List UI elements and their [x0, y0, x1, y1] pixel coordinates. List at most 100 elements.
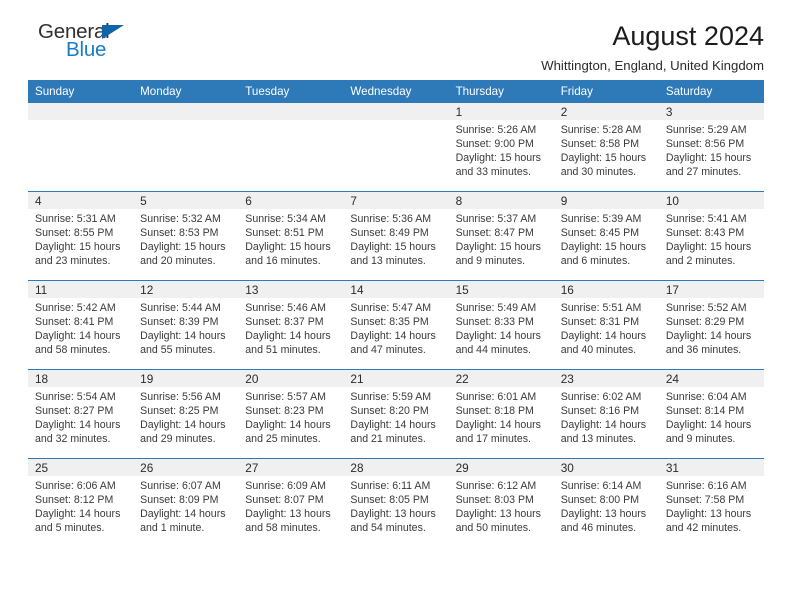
sunrise-text: Sunrise: 5:42 AM — [35, 302, 116, 314]
sunrise-text: Sunrise: 6:12 AM — [455, 480, 537, 492]
day-details: Sunrise: 6:04 AM Sunset: 8:14 PM Daylight:… — [659, 387, 764, 446]
daylight-text: Daylight: 14 hours — [455, 330, 541, 343]
sunrise-text: Sunrise: 5:39 AM — [560, 213, 642, 225]
daylight-text: and 6 minutes. — [560, 255, 631, 268]
calendar-day-cell[interactable]: 28 Sunrise: 6:11 AM Sunset: 8:05 PM Dayligh… — [343, 458, 449, 547]
day-cell-filled: 12 Sunrise: 5:44 AM Sunset: 8:39 PM Dayligh… — [133, 281, 239, 369]
daylight-text: and 5 minutes. — [35, 522, 105, 535]
calendar-day-cell[interactable]: 30 Sunrise: 6:14 AM Sunset: 8:00 PM Dayligh… — [553, 458, 659, 547]
calendar-week-row: 25 Sunrise: 6:06 AM Sunset: 8:12 PM Dayligh… — [28, 458, 764, 547]
calendar-day-cell[interactable] — [238, 103, 344, 192]
calendar-day-cell[interactable]: 23 Sunrise: 6:02 AM Sunset: 8:16 PM Dayligh… — [553, 369, 659, 459]
daylight-text: Daylight: 14 hours — [245, 419, 331, 432]
page-header: General Blue August 2024 Whittington, En… — [28, 0, 764, 73]
day-details: Sunrise: 5:47 AM Sunset: 8:35 PM Daylight:… — [343, 298, 448, 357]
sunrise-text: Sunrise: 5:56 AM — [140, 391, 221, 403]
brand-name-blue: Blue — [66, 38, 107, 61]
day-cell-filled: 13 Sunrise: 5:46 AM Sunset: 8:37 PM Dayligh… — [238, 281, 344, 369]
daylight-text: and 29 minutes. — [140, 433, 216, 446]
calendar-day-cell[interactable]: 31 Sunrise: 6:16 AM Sunset: 7:58 PM Dayligh… — [658, 458, 764, 547]
calendar-day-cell[interactable]: 24 Sunrise: 6:04 AM Sunset: 8:14 PM Dayligh… — [658, 369, 764, 459]
daylight-text: and 50 minutes. — [455, 522, 531, 535]
calendar-day-cell[interactable]: 3 Sunrise: 5:29 AM Sunset: 8:56 PM Daylight… — [658, 103, 764, 192]
day-cell-filled: 26 Sunrise: 6:07 AM Sunset: 8:09 PM Dayligh… — [133, 459, 239, 547]
daylight-text: Daylight: 13 hours — [245, 508, 331, 521]
day-cell-filled: 2 Sunrise: 5:28 AM Sunset: 8:58 PM Daylight… — [553, 103, 659, 191]
calendar-day-cell[interactable]: 26 Sunrise: 6:07 AM Sunset: 8:09 PM Dayligh… — [133, 458, 239, 547]
sunrise-text: Sunrise: 5:44 AM — [140, 302, 221, 314]
calendar-day-cell[interactable] — [28, 103, 134, 192]
day-cell-filled: 1 Sunrise: 5:26 AM Sunset: 9:00 PM Daylight… — [448, 103, 554, 191]
day-number: 8 — [448, 192, 554, 209]
calendar-day-cell[interactable]: 2 Sunrise: 5:28 AM Sunset: 8:58 PM Daylight… — [553, 103, 659, 192]
day-number: 22 — [448, 370, 554, 387]
day-number: 24 — [658, 370, 764, 387]
day-details: Sunrise: 6:01 AM Sunset: 8:18 PM Daylight:… — [449, 387, 554, 446]
calendar-day-cell[interactable]: 22 Sunrise: 6:01 AM Sunset: 8:18 PM Dayligh… — [448, 369, 554, 459]
calendar-day-cell[interactable]: 25 Sunrise: 6:06 AM Sunset: 8:12 PM Dayligh… — [28, 458, 134, 547]
calendar-day-cell[interactable]: 8 Sunrise: 5:37 AM Sunset: 8:47 PM Daylight… — [448, 191, 554, 281]
daylight-text: and 13 minutes. — [350, 255, 426, 268]
day-details: Sunrise: 6:09 AM Sunset: 8:07 PM Daylight:… — [238, 476, 343, 535]
calendar-day-cell[interactable]: 10 Sunrise: 5:41 AM Sunset: 8:43 PM Dayligh… — [658, 191, 764, 281]
calendar-day-cell[interactable]: 7 Sunrise: 5:36 AM Sunset: 8:49 PM Daylight… — [343, 191, 449, 281]
calendar-day-cell[interactable]: 5 Sunrise: 5:32 AM Sunset: 8:53 PM Daylight… — [133, 191, 239, 281]
calendar-day-cell[interactable]: 20 Sunrise: 5:57 AM Sunset: 8:23 PM Dayligh… — [238, 369, 344, 459]
daylight-text: Daylight: 13 hours — [350, 508, 436, 521]
calendar-day-cell[interactable] — [343, 103, 449, 192]
day-cell-filled: 17 Sunrise: 5:52 AM Sunset: 8:29 PM Dayligh… — [658, 281, 764, 369]
sunset-text: Sunset: 8:35 PM — [350, 316, 429, 329]
calendar-day-cell[interactable]: 21 Sunrise: 5:59 AM Sunset: 8:20 PM Dayligh… — [343, 369, 449, 459]
daylight-text: Daylight: 15 hours — [560, 241, 647, 254]
column-header-friday: Friday — [553, 80, 659, 103]
daylight-text: Daylight: 14 hours — [35, 508, 121, 521]
calendar-day-cell[interactable]: 1 Sunrise: 5:26 AM Sunset: 9:00 PM Daylight… — [448, 103, 554, 192]
triangle-icon — [102, 25, 124, 39]
day-number: 26 — [133, 459, 239, 476]
sunrise-text: Sunrise: 5:37 AM — [455, 213, 537, 225]
calendar-day-cell[interactable]: 9 Sunrise: 5:39 AM Sunset: 8:45 PM Daylight… — [553, 191, 659, 281]
sunset-text: Sunset: 8:29 PM — [665, 316, 745, 329]
sunset-text: Sunset: 8:41 PM — [35, 316, 114, 329]
column-header-thursday: Thursday — [448, 80, 554, 103]
daylight-text: Daylight: 14 hours — [140, 508, 226, 521]
day-details: Sunrise: 6:11 AM Sunset: 8:05 PM Daylight:… — [343, 476, 448, 535]
day-cell-filled: 16 Sunrise: 5:51 AM Sunset: 8:31 PM Dayligh… — [553, 281, 659, 369]
day-number: 19 — [133, 370, 239, 387]
day-details: Sunrise: 5:51 AM Sunset: 8:31 PM Daylight:… — [554, 298, 659, 357]
calendar-day-cell[interactable]: 17 Sunrise: 5:52 AM Sunset: 8:29 PM Dayligh… — [658, 280, 764, 370]
day-details: Sunrise: 5:32 AM Sunset: 8:53 PM Daylight:… — [133, 209, 238, 268]
calendar-day-cell[interactable]: 16 Sunrise: 5:51 AM Sunset: 8:31 PM Dayligh… — [553, 280, 659, 370]
day-details — [343, 120, 448, 123]
column-header-sunday: Sunday — [28, 80, 134, 103]
calendar-week-row: 11 Sunrise: 5:42 AM Sunset: 8:41 PM Dayligh… — [28, 280, 764, 370]
daylight-text: Daylight: 14 hours — [140, 419, 226, 432]
calendar-day-cell[interactable]: 29 Sunrise: 6:12 AM Sunset: 8:03 PM Dayligh… — [448, 458, 554, 547]
day-cell-filled: 21 Sunrise: 5:59 AM Sunset: 8:20 PM Dayligh… — [343, 370, 449, 458]
daylight-text: and 17 minutes. — [455, 433, 531, 446]
calendar-day-cell[interactable]: 4 Sunrise: 5:31 AM Sunset: 8:55 PM Daylight… — [28, 191, 134, 281]
calendar-day-cell[interactable]: 13 Sunrise: 5:46 AM Sunset: 8:37 PM Dayligh… — [238, 280, 344, 370]
calendar-day-cell[interactable]: 19 Sunrise: 5:56 AM Sunset: 8:25 PM Dayligh… — [133, 369, 239, 459]
calendar-day-cell[interactable]: 15 Sunrise: 5:49 AM Sunset: 8:33 PM Dayligh… — [448, 280, 554, 370]
calendar-day-cell[interactable]: 14 Sunrise: 5:47 AM Sunset: 8:35 PM Dayligh… — [343, 280, 449, 370]
calendar-day-cell[interactable]: 27 Sunrise: 6:09 AM Sunset: 8:07 PM Dayligh… — [238, 458, 344, 547]
daylight-text: and 21 minutes. — [350, 433, 426, 446]
day-details: Sunrise: 5:42 AM Sunset: 8:41 PM Daylight:… — [28, 298, 133, 357]
daylight-text: and 55 minutes. — [140, 344, 216, 357]
day-details: Sunrise: 5:46 AM Sunset: 8:37 PM Daylight:… — [238, 298, 343, 357]
sunrise-text: Sunrise: 6:01 AM — [455, 391, 537, 403]
calendar-day-cell[interactable]: 11 Sunrise: 5:42 AM Sunset: 8:41 PM Dayligh… — [28, 280, 134, 370]
calendar-day-cell[interactable]: 18 Sunrise: 5:54 AM Sunset: 8:27 PM Dayligh… — [28, 369, 134, 459]
sunrise-text: Sunrise: 5:36 AM — [350, 213, 432, 225]
column-header-saturday: Saturday — [658, 80, 764, 103]
daylight-text: Daylight: 14 hours — [35, 330, 121, 343]
calendar-day-cell[interactable]: 12 Sunrise: 5:44 AM Sunset: 8:39 PM Dayligh… — [133, 280, 239, 370]
day-details — [133, 120, 238, 123]
brand-logo[interactable]: General Blue — [28, 21, 148, 70]
calendar-day-cell[interactable]: 6 Sunrise: 5:34 AM Sunset: 8:51 PM Daylight… — [238, 191, 344, 281]
page-title: August 2024 — [612, 21, 764, 51]
daylight-text: Daylight: 15 hours — [245, 241, 331, 254]
sunrise-text: Sunrise: 6:09 AM — [245, 480, 326, 492]
calendar-day-cell[interactable] — [133, 103, 239, 192]
